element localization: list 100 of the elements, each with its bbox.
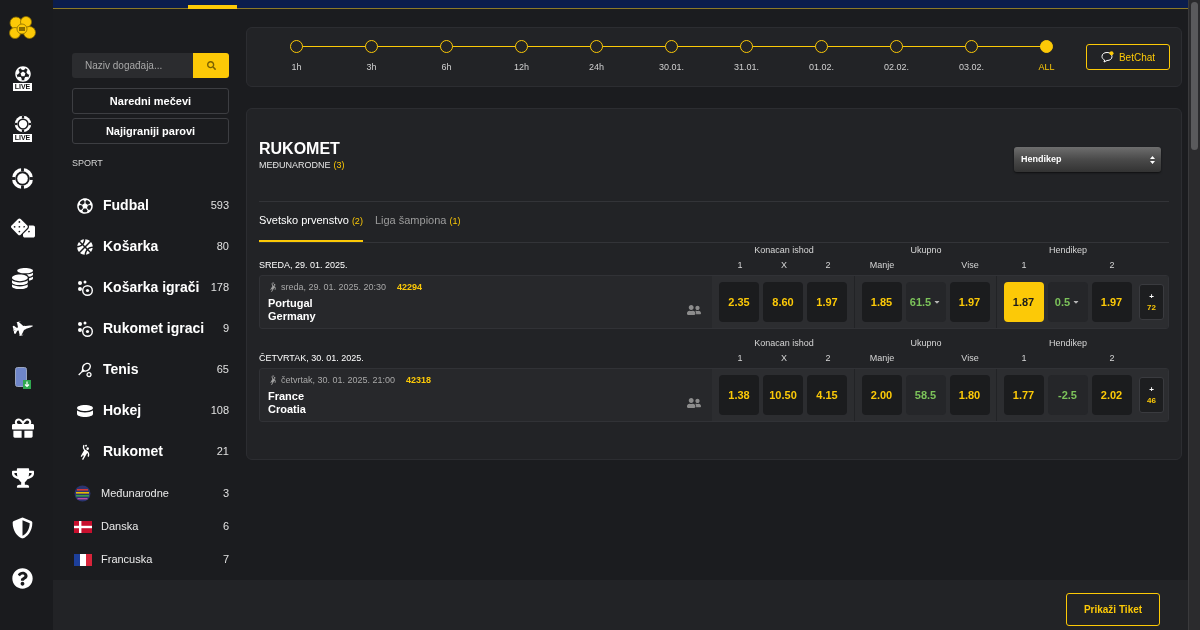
- section-label: SPORT: [72, 157, 103, 169]
- more-markets-button[interactable]: + 72: [1139, 284, 1164, 320]
- sport-name[interactable]: Rukomet: [103, 441, 163, 462]
- coins-icon[interactable]: [12, 267, 33, 289]
- gift-icon[interactable]: [11, 417, 34, 439]
- line-dropdown[interactable]: 61.5: [905, 282, 946, 322]
- sport-count: 178: [210, 280, 229, 296]
- hockey-puck-icon: [77, 402, 93, 419]
- trophy-icon[interactable]: [11, 467, 34, 489]
- column-header: 1: [737, 352, 743, 364]
- league-subtitle: MEĐUNARODNE (3): [259, 159, 345, 171]
- timeline-stop[interactable]: 02.02.: [859, 28, 934, 73]
- odds-button[interactable]: 1.97: [949, 282, 990, 322]
- basketball-icon: [77, 238, 93, 255]
- column-header: Vise: [961, 352, 979, 364]
- odds-button[interactable]: 1.97: [807, 282, 847, 322]
- casino-chip-icon[interactable]: [11, 166, 34, 190]
- team-name: Croatia: [268, 403, 306, 416]
- help-icon[interactable]: [12, 567, 33, 589]
- timeline-stop[interactable]: 24h: [559, 28, 634, 73]
- day-date: ČETVRTAK, 30. 01. 2025.: [259, 352, 364, 364]
- match-code: 42294: [397, 281, 423, 293]
- odds-button[interactable]: 2.00: [861, 375, 902, 415]
- more-markets-button[interactable]: + 46: [1139, 377, 1164, 413]
- league-tab[interactable]: Liga šampiona (1): [374, 202, 461, 242]
- casino-chip-icon[interactable]: [13, 114, 32, 133]
- sport-name[interactable]: Tenis: [103, 359, 139, 380]
- league-count: 3: [222, 486, 229, 502]
- odds-button[interactable]: 1.38: [719, 375, 759, 415]
- league-title: RUKOMET: [259, 139, 340, 159]
- multicolor-globe-icon: [74, 485, 91, 502]
- column-header: Manje: [869, 259, 895, 271]
- league-name[interactable]: Danska: [101, 518, 139, 535]
- market-title: Hendikep: [1049, 337, 1087, 349]
- players-icon[interactable]: [687, 397, 701, 409]
- phone-download-icon[interactable]: [14, 367, 31, 389]
- sort-arrows-icon: [1150, 155, 1155, 164]
- sport-name[interactable]: Fudbal: [103, 195, 149, 216]
- team-name: Germany: [268, 310, 316, 323]
- column-header: Vise: [961, 259, 979, 271]
- league-name[interactable]: Francuska: [101, 551, 153, 568]
- sport-count: 80: [216, 239, 229, 255]
- odds-button[interactable]: 2.35: [719, 282, 759, 322]
- market-select[interactable]: Hendikep: [1014, 147, 1161, 172]
- odds-button[interactable]: 4.15: [807, 375, 847, 415]
- odds-button[interactable]: 1.87: [1003, 282, 1044, 322]
- league-count: 6: [222, 519, 229, 535]
- odds-button[interactable]: 1.77: [1003, 375, 1044, 415]
- sidebar-button[interactable]: Naredni mečevi: [72, 88, 229, 114]
- market-title: Hendikep: [1049, 244, 1087, 256]
- handball-player-icon: [268, 282, 278, 292]
- column-header: Manje: [869, 352, 895, 364]
- sport-name[interactable]: Košarka: [103, 236, 159, 257]
- handball-player-icon: [268, 375, 278, 385]
- league-tab[interactable]: Svetsko prvenstvo (2): [259, 202, 363, 242]
- timeline-stop[interactable]: 01.02.: [784, 28, 859, 73]
- odds-button[interactable]: 2.02: [1091, 375, 1132, 415]
- column-header: X: [781, 352, 787, 364]
- sport-count: 21: [216, 444, 229, 460]
- search-button[interactable]: [193, 53, 229, 78]
- shield-icon[interactable]: [12, 517, 33, 539]
- logo-icon[interactable]: [9, 16, 36, 40]
- timeline-stop[interactable]: 30.01.: [634, 28, 709, 73]
- caret-down-icon: [1072, 298, 1081, 306]
- timeline-stop[interactable]: ALL: [1009, 28, 1084, 73]
- denmark-flag-icon: [73, 520, 92, 533]
- market-title: Ukupno: [910, 337, 942, 349]
- match-code: 42318: [406, 374, 432, 386]
- search-field[interactable]: Naziv događaja...: [72, 53, 193, 78]
- match-time: četvrtak, 30. 01. 2025. 21:00: [281, 374, 396, 386]
- search-icon: [206, 61, 216, 70]
- scrollbar-thumb[interactable]: [1191, 2, 1198, 150]
- sport-count: 108: [210, 403, 229, 419]
- sport-name[interactable]: Hokej: [103, 400, 142, 421]
- sport-name[interactable]: Rukomet igraci: [103, 318, 205, 339]
- dice-icon[interactable]: [10, 216, 35, 240]
- odds-button[interactable]: 8.60: [763, 282, 803, 322]
- odds-button[interactable]: 1.85: [861, 282, 902, 322]
- day-date: SREDA, 29. 01. 2025.: [259, 259, 348, 271]
- sidebar-button[interactable]: Najigraniji parovi: [72, 118, 229, 144]
- timeline-stop[interactable]: 6h: [409, 28, 484, 73]
- chat-button[interactable]: BetChat: [1086, 44, 1170, 70]
- odds-button[interactable]: 1.97: [1091, 282, 1132, 322]
- league-name[interactable]: Međunarodne: [101, 485, 169, 502]
- ticket-button[interactable]: Prikaži Tiket: [1066, 593, 1160, 626]
- column-header: 2: [825, 259, 831, 271]
- column-header: 1: [737, 259, 743, 271]
- timeline-stop[interactable]: 3h: [334, 28, 409, 73]
- timeline-stop[interactable]: 31.01.: [709, 28, 784, 73]
- line-value: 58.5: [905, 375, 946, 415]
- column-header: 2: [1109, 259, 1115, 271]
- odds-button[interactable]: 1.80: [949, 375, 990, 415]
- odds-button[interactable]: 10.50: [763, 375, 803, 415]
- timeline-stop[interactable]: 03.02.: [934, 28, 1009, 73]
- line-dropdown[interactable]: 0.5: [1047, 282, 1088, 322]
- timeline-stop[interactable]: 1h: [259, 28, 334, 73]
- column-header: 2: [1109, 352, 1115, 364]
- players-icon[interactable]: [687, 304, 701, 316]
- timeline-stop[interactable]: 12h: [484, 28, 559, 73]
- sport-name[interactable]: Košarka igrači: [103, 277, 200, 298]
